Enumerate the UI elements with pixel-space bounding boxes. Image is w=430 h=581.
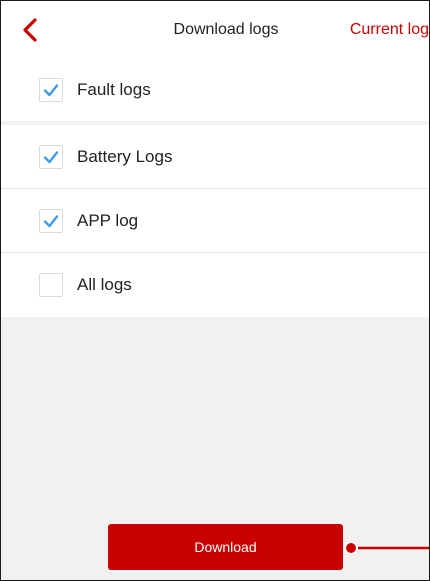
app-log-label: APP log — [77, 210, 139, 230]
checkmark-icon — [43, 84, 59, 97]
checkmark-icon — [43, 150, 59, 163]
callout-pointer — [344, 541, 429, 555]
current-log-link[interactable]: Current log — [350, 21, 429, 39]
log-option-fault[interactable]: Fault logs — [1, 59, 429, 121]
battery-logs-label: Battery Logs — [77, 146, 173, 166]
top-bar: Download logs Current log — [1, 1, 429, 59]
log-option-battery[interactable]: Battery Logs — [1, 125, 429, 189]
all-logs-label: All logs — [77, 275, 132, 294]
other-logs-section: Battery Logs APP log All logs — [1, 125, 429, 317]
fault-logs-label: Fault logs — [77, 80, 151, 99]
fault-logs-section: Fault logs — [1, 59, 429, 121]
app-log-checkbox[interactable] — [39, 208, 63, 233]
app-screen: Download logs Current log Fault logs Bat… — [0, 0, 430, 581]
download-button[interactable]: Download — [108, 524, 343, 570]
log-option-all[interactable]: All logs — [1, 253, 429, 317]
log-option-app[interactable]: APP log — [1, 189, 429, 253]
checkmark-icon — [43, 214, 59, 227]
fault-logs-checkbox[interactable] — [39, 78, 63, 102]
battery-logs-checkbox[interactable] — [39, 144, 63, 169]
all-logs-checkbox[interactable] — [39, 273, 63, 297]
